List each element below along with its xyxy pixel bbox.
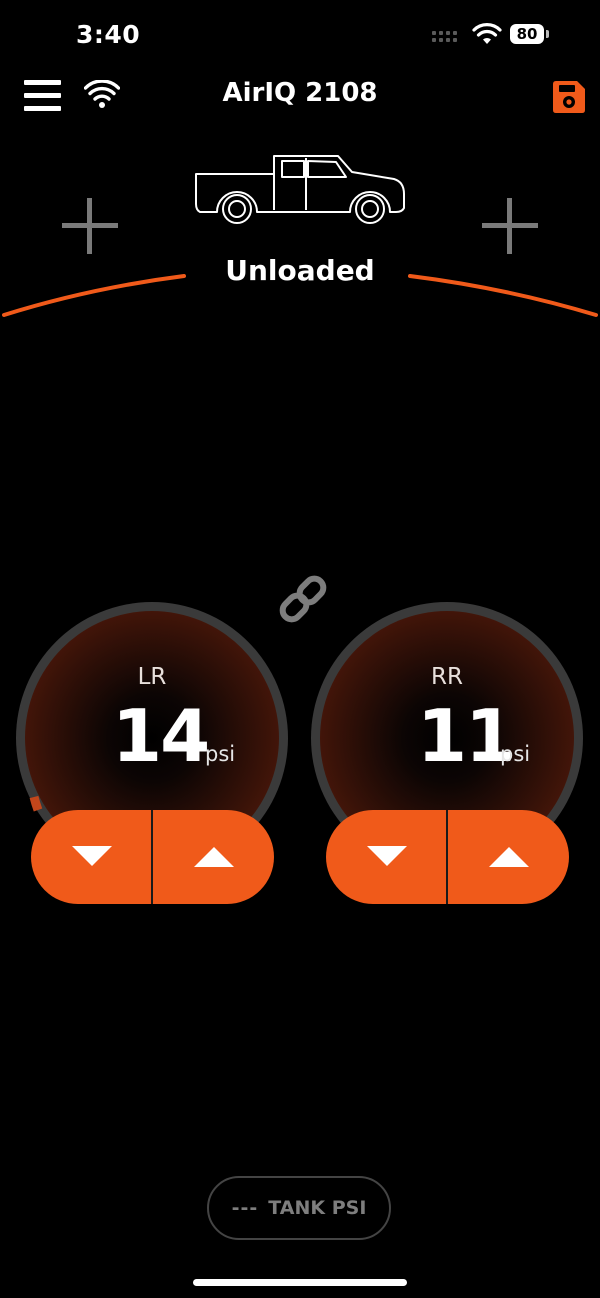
home-indicator[interactable]	[193, 1279, 407, 1286]
battery-level: 80	[510, 24, 544, 44]
add-preset-right-button[interactable]	[482, 198, 538, 254]
rr-decrease-button[interactable]	[326, 810, 447, 904]
triangle-up-icon	[193, 847, 234, 867]
save-disk-icon[interactable]	[551, 81, 585, 113]
page-title: AirIQ 2108	[222, 78, 378, 108]
gauge-rr-controls	[326, 810, 569, 904]
tank-psi-button[interactable]: --- TANK PSI	[207, 1176, 391, 1240]
gauge-lr-value: 14	[112, 694, 210, 778]
gauge-lr-name: LR	[137, 664, 167, 690]
status-time: 3:40	[76, 20, 141, 49]
tank-psi-value: ---	[231, 1197, 259, 1219]
triangle-down-icon	[71, 846, 112, 866]
lr-increase-button[interactable]	[153, 810, 274, 904]
add-preset-left-button[interactable]	[62, 198, 118, 254]
rr-increase-button[interactable]	[448, 810, 569, 904]
battery-cap-icon	[546, 30, 549, 38]
pickup-truck-icon	[195, 155, 405, 224]
triangle-up-icon	[488, 847, 529, 867]
cellular-signal-icon	[432, 31, 466, 45]
preset-arc	[2, 274, 598, 317]
gauge-rr-name: RR	[431, 664, 463, 690]
triangle-down-icon	[366, 846, 407, 866]
gauge-lr-controls	[31, 810, 274, 904]
status-wifi-icon	[472, 23, 502, 44]
tank-psi-label: TANK PSI	[268, 1197, 367, 1219]
gauge-rr-unit: psi	[500, 742, 531, 766]
lr-decrease-button[interactable]	[31, 810, 152, 904]
gauge-rr-value: 11	[417, 694, 515, 778]
gauge-lr-unit: psi	[205, 742, 236, 766]
